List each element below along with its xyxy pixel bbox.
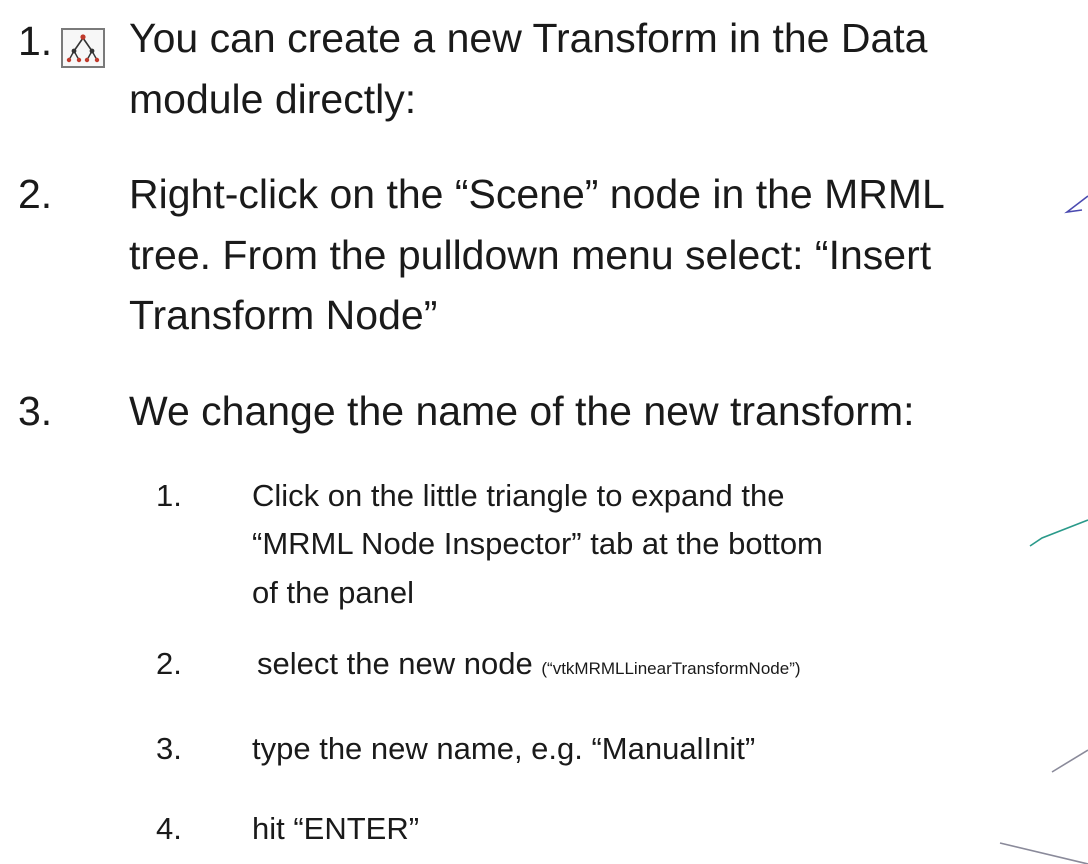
callout-arrow-inspector xyxy=(1029,519,1088,547)
substep-3-number: 3. xyxy=(156,731,182,766)
step-1-number: 1. xyxy=(18,18,53,64)
substep-1-text-line-3: of the panel xyxy=(252,575,415,610)
callout-arrow-scene xyxy=(1064,195,1088,214)
callout-arrow-node xyxy=(1051,749,1088,773)
substep-1-text-line-1: Click on the little triangle to expand t… xyxy=(252,478,785,513)
substep-1-number: 1. xyxy=(156,478,182,513)
transform-hierarchy-icon xyxy=(61,28,105,68)
callout-arrow-enter xyxy=(999,842,1088,864)
step-1-text-line-2: module directly: xyxy=(129,76,417,122)
step-1-text-line-1: You can create a new Transform in the Da… xyxy=(129,15,928,61)
substep-2-note: (“vtkMRMLLinearTransformNode”) xyxy=(541,659,801,678)
step-2-text-line-2: tree. From the pulldown menu select: “In… xyxy=(129,232,932,278)
step-2-text-line-1: Right-click on the “Scene” node in the M… xyxy=(129,171,945,217)
substep-4-number: 4. xyxy=(156,811,182,846)
step-2-text-line-3: Transform Node” xyxy=(129,292,438,338)
step-3-number: 3. xyxy=(18,388,53,434)
substep-4-text: hit “ENTER” xyxy=(252,811,420,846)
substep-3-text: type the new name, e.g. “ManualInit” xyxy=(252,731,756,766)
substep-2-text: select the new node xyxy=(257,646,533,681)
substep-2-text-wrap: select the new node (“vtkMRMLLinearTrans… xyxy=(257,648,801,679)
step-2-number: 2. xyxy=(18,171,53,217)
step-3-text: We change the name of the new transform: xyxy=(129,388,915,434)
substep-1-text-line-2: “MRML Node Inspector” tab at the bottom xyxy=(252,526,823,561)
substep-2-number: 2. xyxy=(156,646,182,681)
